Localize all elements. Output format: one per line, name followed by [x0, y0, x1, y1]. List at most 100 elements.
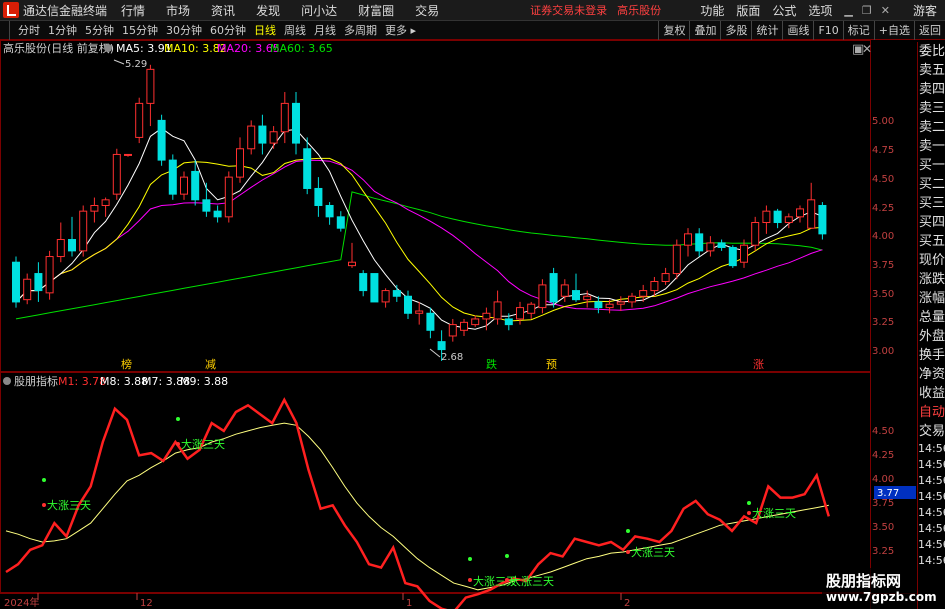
candle-body	[706, 242, 715, 252]
mark-button[interactable]: 标记	[842, 21, 874, 40]
minimize-icon[interactable]: ▁	[844, 4, 852, 17]
candle-body	[672, 244, 681, 275]
candle-body	[717, 242, 726, 248]
indicator-m8-value: M8: 3.88	[100, 375, 148, 388]
candle-body	[628, 295, 636, 303]
side-volume[interactable]: 总量	[918, 308, 945, 327]
candle-body	[336, 216, 345, 229]
candle-body	[381, 290, 390, 303]
period-1min[interactable]: 1分钟	[44, 22, 81, 38]
maximize-icon[interactable]: ❐	[862, 4, 872, 17]
indicator-panel-frame	[0, 372, 871, 593]
menu-gongshi[interactable]: 公式	[772, 2, 796, 19]
signal-label: 大涨三天	[181, 437, 225, 451]
back-button[interactable]: 返回	[914, 21, 945, 40]
side-time: 14:56	[918, 490, 945, 503]
candle-body	[68, 239, 76, 252]
period-fenshi[interactable]: 分时	[14, 22, 44, 38]
price-tick: 4.75	[872, 145, 894, 156]
panel-close-icon[interactable]: ✕	[862, 42, 872, 56]
candle-body	[460, 321, 468, 331]
menu-banmian[interactable]: 版面	[736, 2, 760, 19]
candle-body	[45, 256, 54, 294]
side-buy4[interactable]: 买四	[918, 213, 945, 232]
menu-zixun[interactable]: 资讯	[211, 2, 235, 19]
side-change[interactable]: 涨跌	[918, 270, 945, 289]
side-outer[interactable]: 外盘	[918, 327, 945, 346]
date-axis-ticks	[37, 593, 622, 600]
side-sell1[interactable]: 卖一	[918, 137, 945, 156]
menu-wenxiaoda[interactable]: 问小达	[301, 2, 337, 19]
period-5min[interactable]: 5分钟	[81, 22, 118, 38]
candle-body	[616, 301, 625, 305]
side-buy1[interactable]: 买一	[918, 156, 945, 175]
menu-xuanxiang[interactable]: 选项	[808, 2, 832, 19]
menu-gongneng[interactable]: 功能	[700, 2, 724, 19]
period-60min[interactable]: 60分钟	[206, 22, 250, 38]
side-sell5[interactable]: 卖五	[918, 61, 945, 80]
high-price-label: 5.29	[125, 59, 147, 70]
candle-body	[314, 187, 323, 206]
side-time: 14:56	[918, 522, 945, 535]
side-sell2[interactable]: 卖二	[918, 118, 945, 137]
menu-faxian[interactable]: 发现	[256, 2, 280, 19]
candle-body	[325, 204, 334, 218]
candle-body	[280, 102, 289, 133]
side-buy5[interactable]: 买五	[918, 232, 945, 251]
period-monthly[interactable]: 月线	[310, 22, 340, 38]
side-change-pct[interactable]: 涨幅	[918, 289, 945, 308]
period-daily[interactable]: 日线	[250, 22, 280, 38]
site-watermark: 股朋指标网 www.7gpzb.com	[822, 568, 937, 609]
fuquan-button[interactable]: 复权	[658, 21, 689, 40]
period-30min[interactable]: 30分钟	[162, 22, 206, 38]
menu-shichang[interactable]: 市场	[166, 2, 190, 19]
candle-body	[784, 216, 793, 224]
trade-login-notice[interactable]: 证券交易未登录	[530, 2, 607, 18]
price-tick: 4.25	[872, 203, 894, 214]
menu-hangqing[interactable]: 行情	[121, 2, 145, 19]
guest-user[interactable]: 游客	[913, 2, 937, 19]
candle-body	[661, 273, 670, 283]
side-sell3[interactable]: 卖三	[918, 99, 945, 118]
candle-body	[90, 204, 99, 212]
tdx-logo-icon	[3, 2, 19, 18]
close-icon[interactable]: ✕	[881, 4, 890, 17]
settings-gear-icon[interactable]	[104, 44, 112, 52]
candle-body	[527, 303, 536, 314]
period-more[interactable]: 更多 ▸	[381, 22, 420, 38]
watermark-title: 股朋指标网	[826, 572, 902, 590]
menu-jiaoyi[interactable]: 交易	[415, 2, 439, 19]
side-trade[interactable]: 交易	[918, 422, 945, 441]
side-price[interactable]: 现价	[918, 251, 945, 270]
stats-button[interactable]: 统计	[751, 21, 782, 40]
side-sell4[interactable]: 卖四	[918, 80, 945, 99]
candle-body	[415, 310, 424, 314]
price-tick: 3.75	[872, 260, 894, 271]
draw-line-button[interactable]: 画线	[782, 21, 813, 40]
app-title: 通达信金融终端	[23, 3, 108, 18]
side-auto[interactable]: 自动	[918, 403, 945, 422]
side-buy2[interactable]: 买二	[918, 175, 945, 194]
kline-chart[interactable]: 高乐股份(日线 前复权) MA5: 3.91 MA10: 3.82 MA20: …	[0, 40, 917, 609]
period-multi[interactable]: 多周期	[340, 22, 381, 38]
overlay-button[interactable]: 叠加	[689, 21, 720, 40]
indicator-tick: 4.25	[872, 450, 894, 461]
candle-body	[269, 131, 278, 144]
f10-button[interactable]: F10	[813, 21, 842, 40]
candle-body	[605, 303, 614, 309]
side-earnings[interactable]: 收益	[918, 384, 945, 403]
indicator-gear-icon[interactable]	[3, 377, 11, 385]
candle-body	[762, 210, 771, 224]
side-weibi[interactable]: 委比	[918, 42, 945, 61]
add-watchlist-button[interactable]: +自选	[873, 21, 914, 40]
period-weekly[interactable]: 周线	[280, 22, 310, 38]
side-turnover[interactable]: 换手	[918, 346, 945, 365]
quote-side-panel: 委比 卖五 卖四 卖三 卖二 卖一 买一 买二 买三 买四 买五 现价 涨跌 涨…	[917, 42, 945, 609]
side-buy3[interactable]: 买三	[918, 194, 945, 213]
side-netasset[interactable]: 净资	[918, 365, 945, 384]
menu-caifuquan[interactable]: 财富圈	[358, 2, 394, 19]
multi-stock-button[interactable]: 多股	[720, 21, 751, 40]
period-15min[interactable]: 15分钟	[118, 22, 162, 38]
candle-body	[650, 281, 659, 292]
indicator-m8-line	[5, 422, 829, 591]
